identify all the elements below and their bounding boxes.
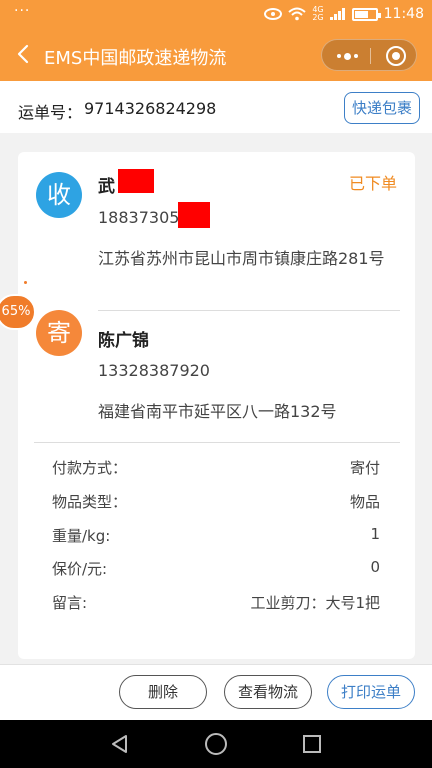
divider	[98, 310, 400, 311]
clock: 11:48	[383, 6, 424, 22]
detail-label: 付款方式：	[52, 459, 128, 477]
print-waybill-button[interactable]: 打印运单	[327, 675, 415, 709]
order-card: 收 武 已下单 18837305 江苏省苏州市昆山市周市镇康庄路281号 寄 陈…	[18, 152, 415, 659]
detail-value: 寄付	[349, 459, 380, 477]
sender-phone: 13328387920	[98, 361, 210, 380]
sender-name: 陈广锦	[98, 331, 149, 351]
detail-row-payment: 付款方式： 寄付	[52, 457, 380, 481]
recipient-name: 武	[98, 177, 115, 197]
nav-recent-apps-icon[interactable]	[303, 735, 321, 753]
detail-row-weight: 重量/kg: 1	[52, 525, 380, 549]
network-type: 4G 2G	[312, 6, 323, 22]
detail-value: 1	[370, 525, 380, 543]
action-bar: 删除 查看物流 打印运单	[0, 664, 432, 720]
recipient-address: 江苏省苏州市昆山市周市镇康庄路281号	[98, 249, 385, 268]
more-icon[interactable]	[334, 48, 360, 64]
miniprogram-capsule	[321, 39, 417, 71]
redaction-mark	[178, 202, 210, 228]
system-nav-bar	[0, 720, 432, 768]
recipient-avatar: 收	[36, 172, 82, 218]
detail-label: 重量/kg:	[52, 527, 111, 545]
detail-row-insured-value: 保价/元: 0	[52, 558, 380, 582]
page-title: EMS中国邮政速递物流	[44, 48, 227, 69]
nav-home-icon[interactable]	[205, 733, 227, 755]
recipient-phone: 18837305	[98, 208, 180, 227]
detail-row-item-type: 物品类型： 物品	[52, 491, 380, 515]
battery-icon	[351, 7, 381, 21]
signal-icon	[329, 8, 345, 20]
order-status: 已下单	[348, 174, 397, 193]
detail-label: 留言:	[52, 594, 88, 612]
package-type-tag[interactable]: 快递包裹	[344, 92, 420, 124]
detail-value: 工业剪刀：大号1把	[250, 594, 380, 612]
floating-progress-badge[interactable]: 65%	[0, 294, 36, 330]
waybill-label: 运单号：	[18, 103, 83, 122]
detail-row-message: 留言: 工业剪刀：大号1把	[52, 592, 380, 616]
sender-avatar: 寄	[36, 310, 82, 356]
capsule-divider	[370, 48, 371, 64]
detail-label: 物品类型：	[52, 493, 128, 511]
status-bar: ··· 4G 2G 11:48	[0, 0, 432, 30]
divider	[34, 442, 400, 443]
view-tracking-button[interactable]: 查看物流	[224, 675, 312, 709]
delete-button[interactable]: 删除	[119, 675, 207, 709]
eye-icon	[264, 8, 283, 20]
back-icon[interactable]	[14, 42, 34, 66]
progress-dot	[24, 281, 27, 284]
redaction-mark	[118, 169, 154, 193]
notification-dots: ···	[14, 3, 31, 19]
target-icon[interactable]	[386, 46, 406, 66]
waybill-number: 9714326824298	[84, 99, 217, 118]
title-bar: EMS中国邮政速递物流	[0, 30, 432, 81]
nav-back-icon[interactable]	[110, 734, 130, 754]
wifi-icon	[288, 7, 307, 21]
waybill-row: 运单号： 9714326824298 快递包裹	[0, 81, 432, 133]
detail-label: 保价/元:	[52, 560, 108, 578]
network-type-2: 2G	[312, 13, 324, 22]
sender-address: 福建省南平市延平区八一路132号	[98, 402, 337, 421]
status-icons: 4G 2G 11:48	[264, 6, 424, 22]
detail-value: 0	[370, 558, 380, 576]
detail-value: 物品	[349, 493, 380, 511]
